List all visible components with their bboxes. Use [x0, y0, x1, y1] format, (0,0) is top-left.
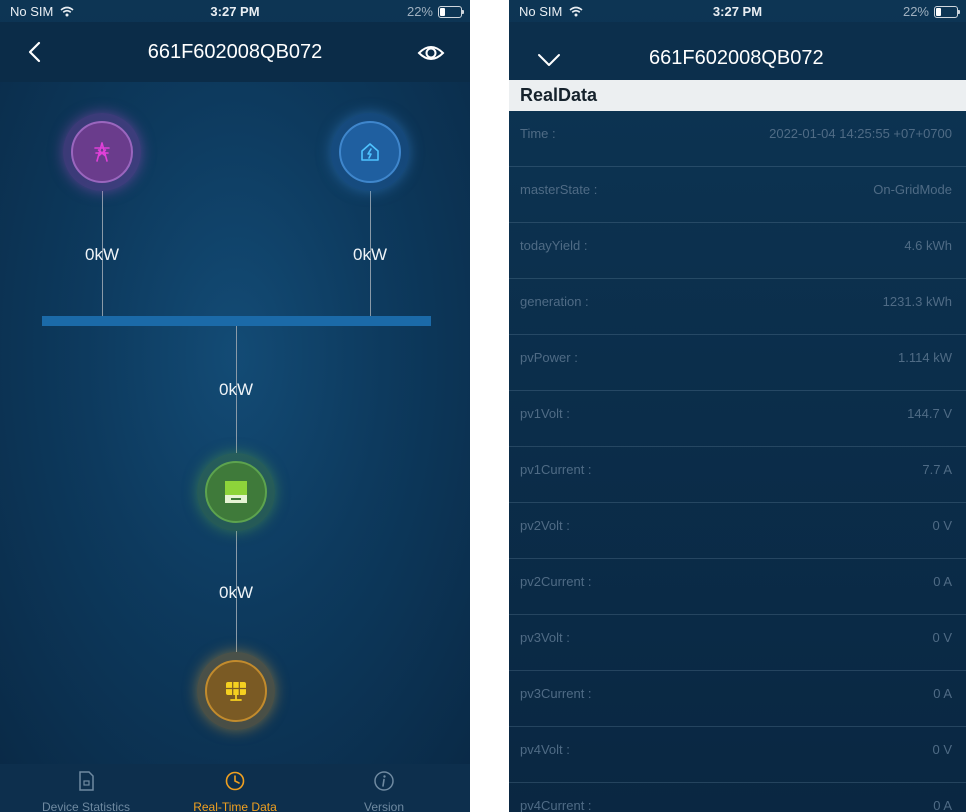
- data-value: 0 A: [933, 686, 952, 701]
- data-value: 0 A: [933, 574, 952, 589]
- data-key: pv2Current :: [520, 574, 592, 589]
- data-value: On-GridMode: [873, 182, 952, 197]
- clock-chart-icon: [225, 771, 245, 791]
- data-value: 0 V: [932, 742, 952, 757]
- section-header: RealData: [509, 80, 966, 111]
- list-item: pv4Current : 0 A: [509, 783, 966, 812]
- data-key: masterState :: [520, 182, 598, 197]
- grid-node[interactable]: [63, 113, 141, 191]
- document-icon: [79, 771, 94, 791]
- energy-flow-diagram: 0kW 0kW 0kW 0kW: [0, 82, 470, 764]
- list-item: pv2Volt : 0 V: [509, 503, 966, 559]
- energy-flow-screen: No SIM 3:27 PM 22% 661F602008QB072 0kW 0…: [0, 0, 470, 812]
- data-value: 7.7 A: [922, 462, 952, 477]
- data-key: pv4Current :: [520, 798, 592, 812]
- battery-indicator: 22%: [406, 4, 464, 19]
- tab-device-statistics[interactable]: Device Statistics: [8, 764, 164, 812]
- list-item: generation : 1231.3 kWh: [509, 279, 966, 335]
- battery-percent: 22%: [902, 4, 929, 19]
- list-item: todayYield : 4.6 kWh: [509, 223, 966, 279]
- clock: 3:27 PM: [712, 4, 763, 19]
- tab-label: Version: [363, 800, 405, 812]
- list-item: pv3Volt : 0 V: [509, 615, 966, 671]
- data-key: Time :: [520, 126, 556, 141]
- data-key: pv2Volt :: [520, 518, 570, 533]
- data-value: 0 V: [932, 630, 952, 645]
- data-key: pv3Volt :: [520, 630, 570, 645]
- battery-indicator: 22%: [902, 4, 960, 19]
- clock: 3:27 PM: [210, 4, 260, 19]
- list-item: pv3Current : 0 A: [509, 671, 966, 727]
- data-value: 4.6 kWh: [904, 238, 952, 253]
- tab-label: Device Statistics: [41, 800, 131, 812]
- data-key: pv1Current :: [520, 462, 592, 477]
- solar-power-value: 0kW: [219, 583, 253, 602]
- data-key: todayYield :: [520, 238, 588, 253]
- page-title: 661F602008QB072: [147, 41, 323, 63]
- chevron-down-icon[interactable]: [535, 50, 563, 70]
- list-item: masterState : On-GridMode: [509, 167, 966, 223]
- data-key: generation :: [520, 294, 589, 309]
- tab-version[interactable]: Version: [306, 764, 462, 812]
- solar-node[interactable]: [197, 652, 275, 730]
- nav-bar: 661F602008QB072: [0, 22, 470, 82]
- solar-panel-icon: [226, 682, 246, 701]
- real-data-list: Time : 2022-01-04 14:25:55 +07+0700 master…: [509, 111, 966, 812]
- home-lightning-icon: [361, 143, 379, 161]
- status-bar: No SIM 3:27 PM 22%: [0, 0, 470, 22]
- power-bus-bar: [42, 316, 431, 326]
- data-value: 0 A: [933, 798, 952, 812]
- list-item: pv1Volt : 144.7 V: [509, 391, 966, 447]
- info-icon: [374, 771, 394, 791]
- battery-icon: [438, 5, 464, 18]
- tab-bar: Device Statistics Real-Time Data Version: [0, 764, 470, 812]
- data-key: pvPower :: [520, 350, 578, 365]
- data-key: pv4Volt :: [520, 742, 570, 757]
- eye-icon[interactable]: [416, 38, 446, 68]
- data-value: 2022-01-04 14:25:55 +07+0700: [769, 126, 952, 141]
- data-value: 1231.3 kWh: [882, 294, 952, 309]
- data-value: 144.7 V: [907, 406, 952, 421]
- real-data-screen: No SIM 3:27 PM 22% 661F602008QB072 RealD…: [509, 0, 966, 812]
- nav-bar: 661F602008QB072: [509, 22, 966, 80]
- grid-power-value: 0kW: [85, 245, 119, 264]
- battery-icon: [934, 5, 960, 18]
- list-item: Time : 2022-01-04 14:25:55 +07+0700: [509, 111, 966, 167]
- data-value: 0 V: [932, 518, 952, 533]
- list-item: pvPower : 1.114 kW: [509, 335, 966, 391]
- battery-percent: 22%: [406, 4, 433, 19]
- data-value: 1.114 kW: [898, 350, 952, 365]
- list-item: pv2Current : 0 A: [509, 559, 966, 615]
- status-bar: No SIM 3:27 PM 22%: [509, 0, 966, 22]
- inverter-icon: [225, 481, 247, 503]
- home-node[interactable]: [331, 113, 409, 191]
- tab-real-time-data[interactable]: Real-Time Data: [157, 764, 313, 812]
- page-title: 661F602008QB072: [649, 47, 824, 69]
- list-item: pv1Current : 7.7 A: [509, 447, 966, 503]
- inverter-node[interactable]: [197, 453, 275, 531]
- data-key: pv3Current :: [520, 686, 592, 701]
- tab-label: Real-Time Data: [193, 800, 277, 812]
- home-power-value: 0kW: [353, 245, 387, 264]
- power-tower-icon: [94, 142, 110, 162]
- inverter-power-value: 0kW: [219, 380, 253, 399]
- data-key: pv1Volt :: [520, 406, 570, 421]
- list-item: pv4Volt : 0 V: [509, 727, 966, 783]
